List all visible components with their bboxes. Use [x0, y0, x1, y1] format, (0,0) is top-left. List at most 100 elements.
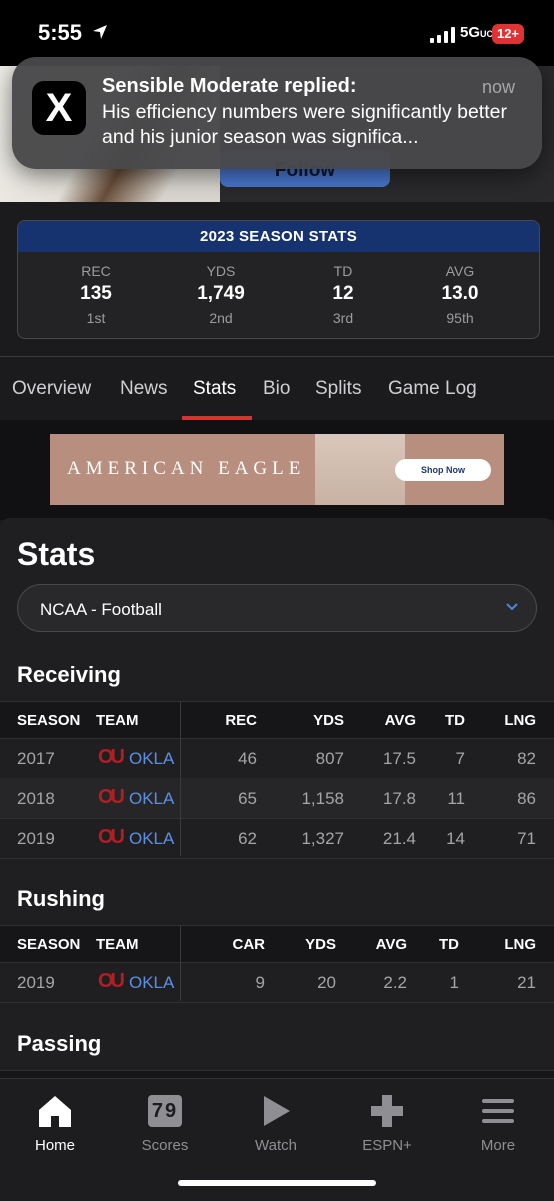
network-indicator: 5GUC [460, 24, 494, 41]
stat-cell: 65 [238, 789, 257, 808]
scoreboard-icon: 79 [110, 1091, 220, 1131]
col-season: SEASON [17, 936, 81, 953]
col-team: TEAM [96, 712, 139, 729]
menu-icon [443, 1091, 553, 1131]
table-row[interactable]: 2017 OU OKLA 46 807 17.5 7 82 [0, 738, 554, 779]
chevron-down-icon [505, 599, 519, 616]
league-select-value: NCAA - Football [40, 600, 162, 619]
col-avg: AVG [384, 712, 416, 729]
col-team: TEAM [96, 936, 139, 953]
cellular-signal-icon [430, 27, 456, 48]
stat-td: TD 12 3rd [332, 263, 354, 326]
x-app-icon: X [32, 81, 86, 135]
team-link[interactable]: OKLA [129, 789, 174, 809]
notification-body: His efficiency numbers were significantl… [102, 101, 507, 148]
home-icon [0, 1091, 110, 1131]
tab-splits[interactable]: Splits [315, 378, 361, 400]
oklahoma-logo-icon: OU [98, 786, 125, 808]
season-stats-title: 2023 SEASON STATS [18, 221, 539, 252]
table-row[interactable]: 2018 OU OKLA 65 1,158 17.8 11 86 [0, 778, 554, 819]
stat-cell: 86 [517, 789, 536, 808]
stat-cell: 62 [238, 829, 257, 848]
location-arrow-icon [92, 24, 108, 45]
stat-cell: 71 [517, 829, 536, 848]
stats-title: Stats [17, 536, 96, 572]
tabbar-scores[interactable]: 79 Scores [110, 1091, 220, 1154]
stat-cell: 807 [315, 749, 344, 768]
stat-cell: 17.8 [382, 789, 416, 808]
stat-cell: 2.2 [383, 973, 407, 992]
stat-cell: 21 [517, 973, 536, 992]
stat-cell: 11 [447, 789, 465, 808]
status-time: 5:55 [38, 20, 83, 45]
oklahoma-logo-icon: OU [98, 826, 125, 848]
notification-time: now [482, 77, 516, 97]
tab-bio[interactable]: Bio [263, 378, 290, 400]
ad-brand: AMERICAN EAGLE [67, 458, 306, 479]
team-link[interactable]: OKLA [129, 749, 174, 769]
notification-title: Sensible Moderate replied: [102, 75, 357, 97]
col-lng: LNG [504, 936, 536, 953]
col-yds: YDS [313, 712, 344, 729]
col-rec: REC [225, 712, 257, 729]
col-season: SEASON [17, 712, 81, 729]
stat-rec: REC 135 1st [80, 263, 112, 326]
tabbar-espn-plus[interactable]: ESPN+ [332, 1091, 442, 1154]
stat-cell: 14 [446, 829, 465, 848]
column-separator [180, 925, 181, 1001]
season-stats-card: 2023 SEASON STATS REC 135 1st YDS 1,749 … [17, 220, 540, 339]
table-row[interactable]: 2019 OU OKLA 62 1,327 21.4 14 71 [0, 818, 554, 859]
stat-cell: 46 [238, 749, 257, 768]
stat-cell: 82 [517, 749, 536, 768]
tab-news[interactable]: News [120, 378, 168, 400]
rushing-table-header: SEASON TEAM CAR YDS AVG TD LNG [0, 925, 554, 963]
col-lng: LNG [504, 712, 536, 729]
divider [0, 356, 554, 357]
tabbar-home[interactable]: Home [0, 1091, 110, 1154]
col-avg: AVG [375, 936, 407, 953]
tabbar-more[interactable]: More [443, 1091, 553, 1154]
stat-cell: 9 [255, 973, 265, 992]
ad-model-image [315, 434, 405, 505]
active-tab-indicator [182, 416, 252, 420]
season-cell: 2017 [17, 749, 55, 768]
tab-stats[interactable]: Stats [193, 378, 236, 400]
season-cell: 2018 [17, 789, 55, 808]
play-icon [221, 1091, 331, 1131]
stat-cell: 21.4 [382, 829, 416, 848]
stat-cell: 17.5 [382, 749, 416, 768]
plus-icon [332, 1091, 442, 1131]
tab-game-log[interactable]: Game Log [388, 378, 477, 400]
season-cell: 2019 [17, 829, 55, 848]
col-td: TD [439, 936, 459, 953]
col-td: TD [445, 712, 465, 729]
col-car: CAR [232, 936, 266, 953]
table-row[interactable]: 2019 OU OKLA 9 20 2.2 1 21 [0, 962, 554, 1003]
rushing-title: Rushing [17, 886, 105, 911]
league-select[interactable]: NCAA - Football [17, 584, 537, 632]
battery-icon: 12+ [492, 24, 524, 44]
push-notification[interactable]: X Sensible Moderate replied: now His eff… [12, 57, 542, 169]
oklahoma-logo-icon: OU [98, 746, 125, 768]
team-link[interactable]: OKLA [129, 973, 174, 993]
passing-title: Passing [17, 1031, 102, 1056]
team-link[interactable]: OKLA [129, 829, 174, 849]
tab-overview[interactable]: Overview [12, 378, 91, 400]
home-indicator [178, 1180, 376, 1186]
column-separator [180, 701, 181, 856]
ad-shop-now-button[interactable]: Shop Now [395, 459, 491, 481]
oklahoma-logo-icon: OU [98, 970, 125, 992]
stat-cell: 1,158 [301, 789, 344, 808]
stat-cell: 1,327 [301, 829, 344, 848]
col-yds: YDS [305, 936, 336, 953]
stat-avg: AVG 13.0 95th [441, 263, 479, 326]
season-cell: 2019 [17, 973, 55, 992]
receiving-title: Receiving [17, 662, 121, 687]
stat-cell: 20 [317, 973, 336, 992]
advertisement-banner[interactable]: AMERICAN EAGLE Shop Now [50, 434, 504, 505]
receiving-table-header: SEASON TEAM REC YDS AVG TD LNG [0, 701, 554, 739]
stat-cell: 1 [449, 973, 459, 992]
tabbar-watch[interactable]: Watch [221, 1091, 331, 1154]
stat-cell: 7 [455, 749, 465, 768]
stat-yds: YDS 1,749 2nd [197, 263, 245, 326]
